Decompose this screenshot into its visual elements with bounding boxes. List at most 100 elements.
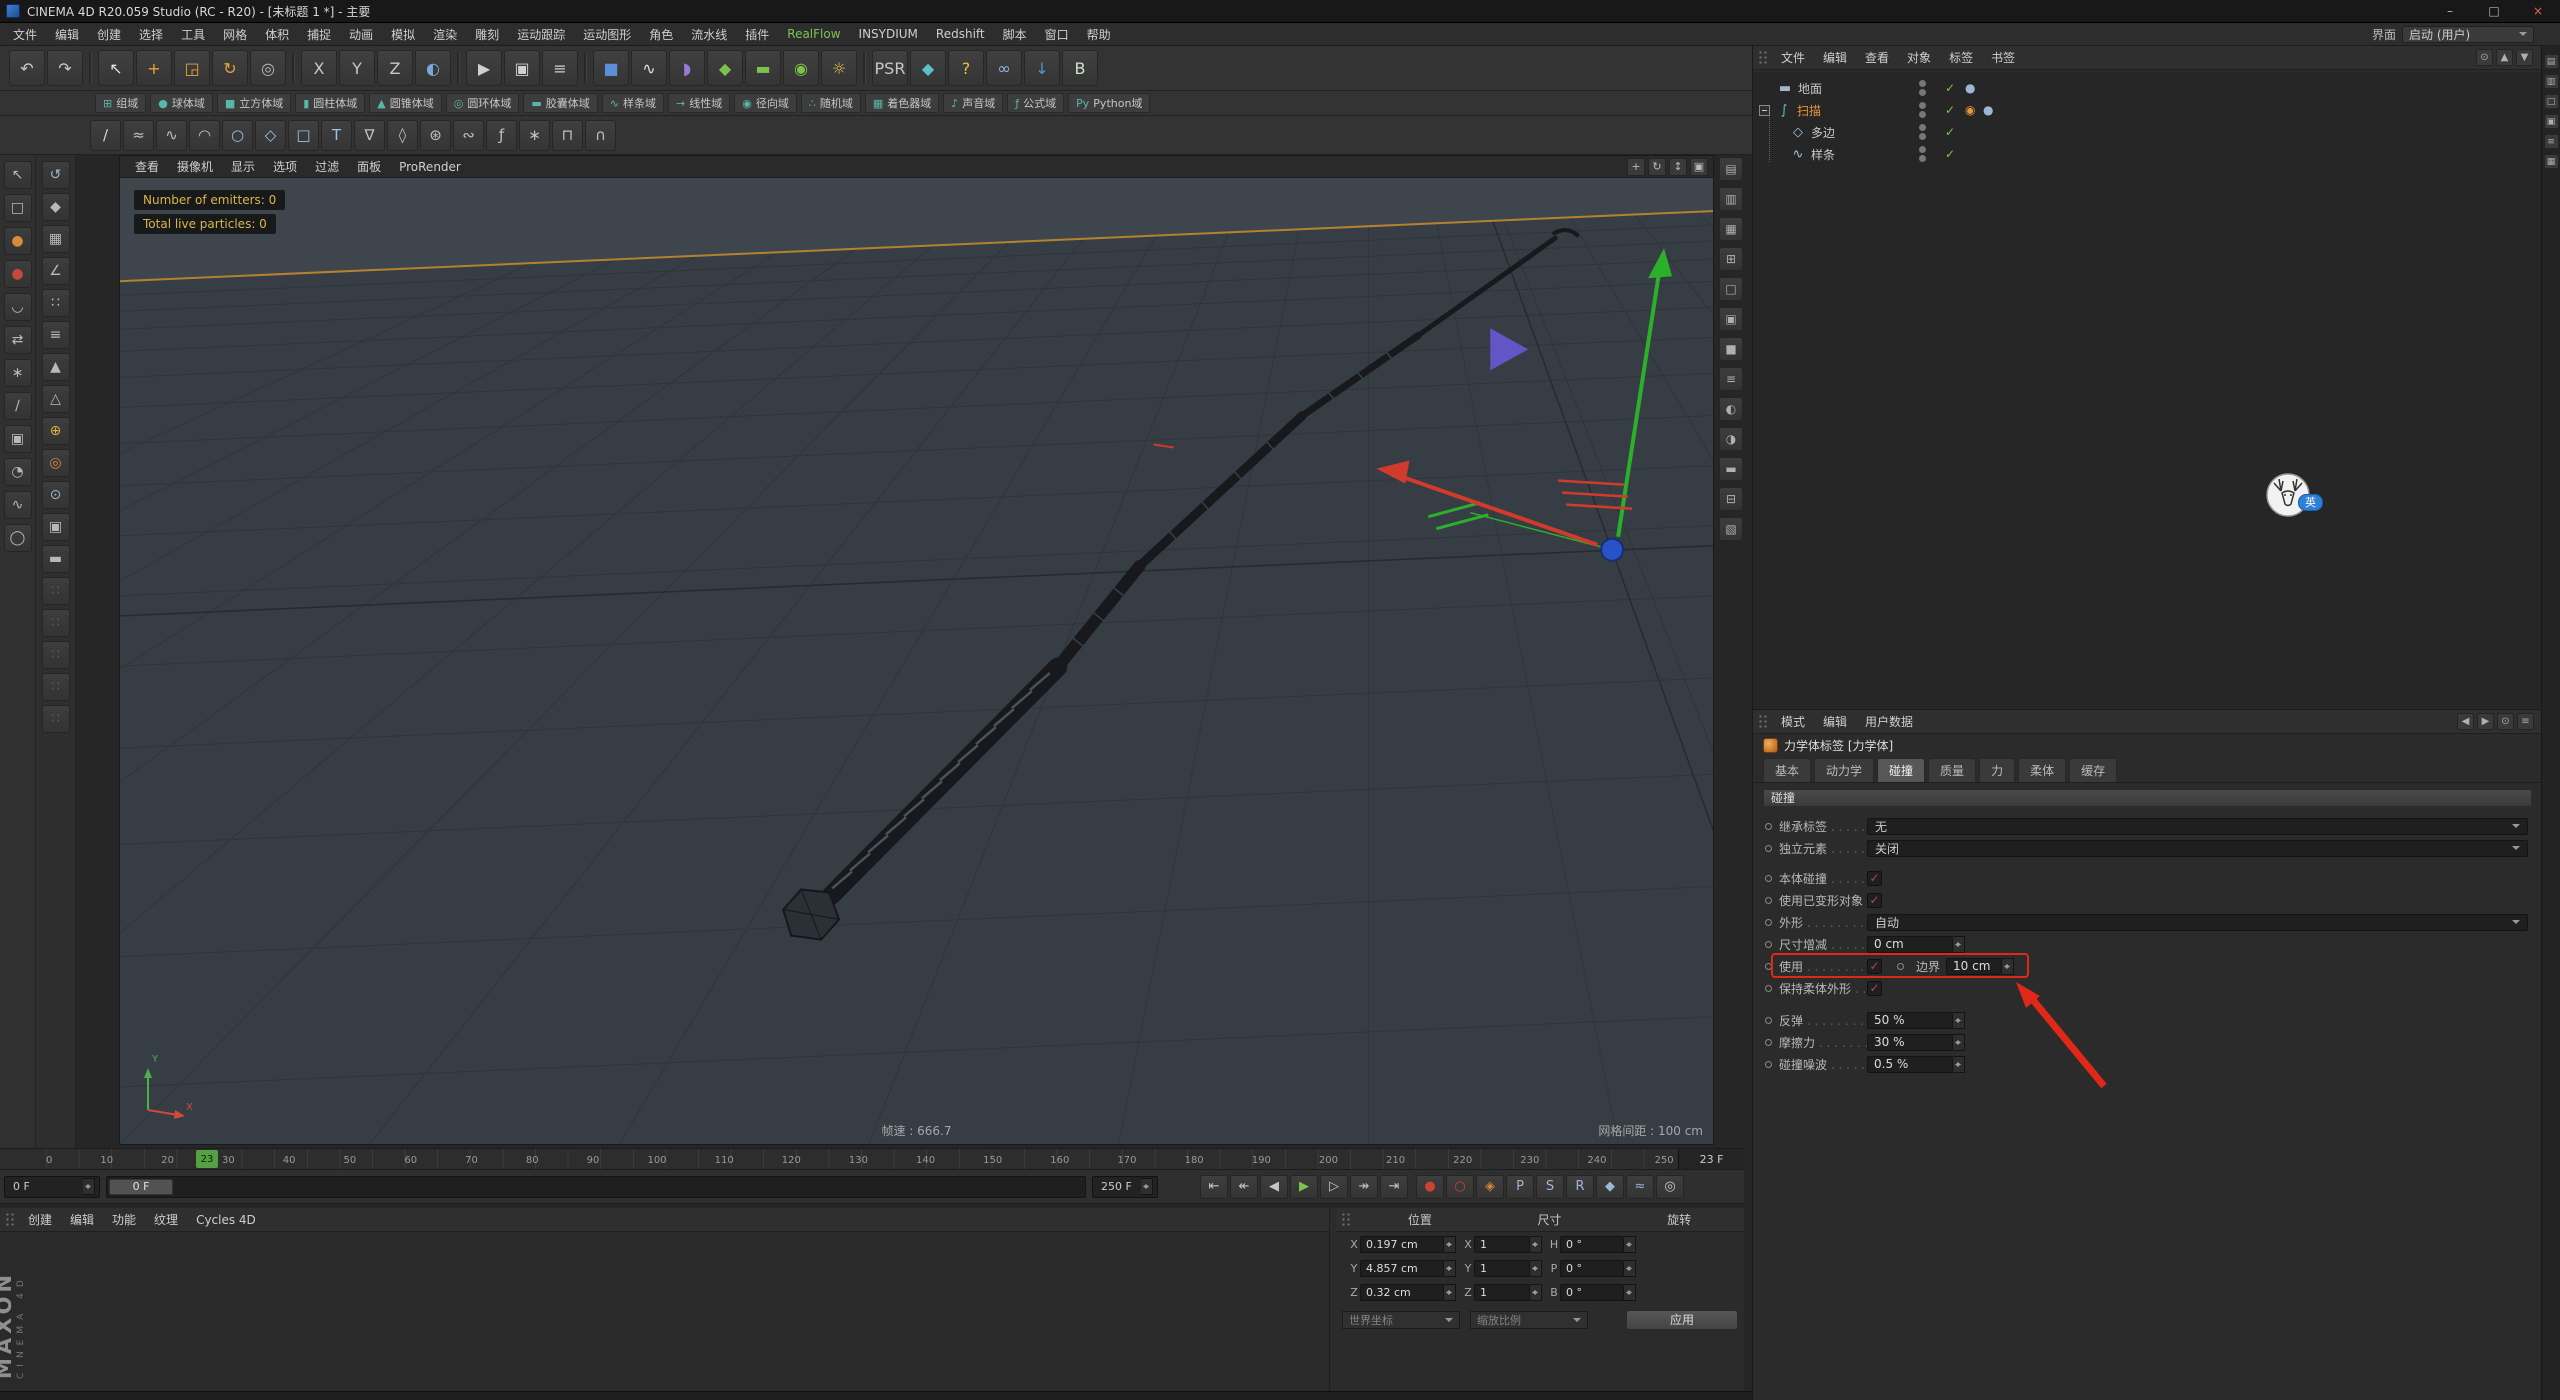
workplane-mode-icon[interactable]: ∠ xyxy=(41,257,70,285)
attribute-menu-item[interactable]: 用户数据 xyxy=(1856,713,1922,730)
spline-arc-icon[interactable]: ◠ xyxy=(189,119,220,151)
material-menu-item[interactable]: 功能 xyxy=(103,1211,145,1228)
viewport-canvas[interactable]: Number of emitters: 0 Total live particl… xyxy=(120,178,1713,1144)
object-name[interactable]: 样条 xyxy=(1811,146,1835,163)
coordinate-system-icon[interactable]: ◐ xyxy=(415,50,451,86)
render-settings-icon[interactable]: ≡ xyxy=(542,50,578,86)
formula-field-button[interactable]: ƒ 公式域 xyxy=(1007,93,1065,113)
anim-dot-icon[interactable] xyxy=(1765,984,1772,992)
view-pan-icon[interactable]: + xyxy=(1627,157,1645,176)
cube-field-button[interactable]: ■ 立方体域 xyxy=(216,93,292,113)
stepper-icon[interactable] xyxy=(83,1178,95,1195)
anim-dot-icon[interactable] xyxy=(1765,1060,1772,1068)
menu-item[interactable]: 帮助 xyxy=(1078,26,1120,43)
rectangle-spline-icon[interactable]: □ xyxy=(288,119,319,151)
attribute-tab[interactable]: 缓存 xyxy=(2069,758,2118,782)
magnet-tool-icon[interactable]: ◡ xyxy=(3,293,32,321)
pen-tool-icon[interactable]: ∕ xyxy=(90,119,121,151)
shape-dropdown[interactable]: 自动 xyxy=(1867,913,2528,931)
material-menu-item[interactable]: 编辑 xyxy=(61,1211,103,1228)
sound-field-button[interactable]: ♪ 声音域 xyxy=(943,93,1004,113)
phong-tag-icon[interactable]: ● xyxy=(1983,103,1993,117)
stepper-icon[interactable] xyxy=(1953,935,1965,953)
individual-elements-dropdown[interactable]: 关闭 xyxy=(1867,839,2528,857)
layout-tab-icon[interactable]: ≡ xyxy=(2543,134,2559,149)
menu-item[interactable]: 捕捉 xyxy=(298,26,340,43)
stepper-icon[interactable] xyxy=(1953,1055,1965,1073)
visibility-toggles[interactable] xyxy=(1919,102,1926,118)
bridge-download-icon[interactable]: ↓ xyxy=(1024,50,1060,86)
dock-icon[interactable]: ▣ xyxy=(1719,307,1743,331)
material-menu-item[interactable]: Cycles 4D xyxy=(187,1213,265,1227)
menu-item[interactable]: 文件 xyxy=(4,26,46,43)
position-field[interactable]: 0.197 cm xyxy=(1360,1235,1444,1253)
floor-icon[interactable]: ▬ xyxy=(745,50,781,86)
am-menu-icon[interactable]: ≡ xyxy=(2517,713,2534,730)
panel-grip-icon[interactable] xyxy=(1758,50,1767,65)
grip-icon[interactable]: ∷ xyxy=(41,705,70,733)
render-view-icon[interactable]: ▶ xyxy=(466,50,502,86)
lock-z-axis-icon[interactable]: Z xyxy=(377,50,413,86)
am-lock-icon[interactable]: ⊙ xyxy=(2497,713,2514,730)
material-menu-item[interactable]: 创建 xyxy=(19,1211,61,1228)
lock-x-axis-icon[interactable]: X xyxy=(301,50,337,86)
menu-item[interactable]: 运动图形 xyxy=(574,26,640,43)
menu-item[interactable]: 编辑 xyxy=(46,26,88,43)
autokey-button[interactable]: ○ xyxy=(1446,1174,1474,1199)
vectorizer-icon[interactable]: ∇ xyxy=(354,119,385,151)
anim-dot-icon[interactable] xyxy=(1765,844,1772,852)
mask-tool-icon[interactable]: ◔ xyxy=(3,458,32,486)
knife-tool-icon[interactable]: ∕ xyxy=(3,392,32,420)
panel-grip-icon[interactable] xyxy=(1758,714,1767,729)
grip-icon[interactable]: ∷ xyxy=(41,577,70,605)
menu-item[interactable]: 插件 xyxy=(736,26,778,43)
prev-frame-button[interactable]: ◀ xyxy=(1260,1174,1288,1199)
toolbar-icon[interactable] xyxy=(863,53,866,83)
om-prev-icon[interactable]: ▲ xyxy=(2496,49,2513,66)
object-manager-menu-item[interactable]: 标签 xyxy=(1940,49,1982,66)
layout-tab-icon[interactable]: ▥ xyxy=(2543,74,2559,89)
stamp-tool-icon[interactable]: ▣ xyxy=(3,425,32,453)
plugin-b-icon[interactable]: B xyxy=(1062,50,1098,86)
dock-icon[interactable]: ⊞ xyxy=(1719,247,1743,271)
close-button[interactable]: × xyxy=(2516,0,2560,22)
layout-tab-icon[interactable]: ▦ xyxy=(2543,154,2559,169)
circle-spline-icon[interactable]: ○ xyxy=(222,119,253,151)
menu-item[interactable]: 流水线 xyxy=(682,26,736,43)
timeline-slider[interactable]: 0 F xyxy=(106,1175,1086,1198)
live-selection-icon[interactable]: ↖ xyxy=(98,50,134,86)
help-icon[interactable]: ? xyxy=(948,50,984,86)
goto-end-button[interactable]: ⇥ xyxy=(1380,1174,1408,1199)
anim-dot-icon[interactable] xyxy=(1765,874,1772,882)
menu-item[interactable]: 工具 xyxy=(172,26,214,43)
stepper-icon[interactable] xyxy=(2002,957,2015,975)
subdivision-surface-icon[interactable]: ◆ xyxy=(707,50,743,86)
radial-field-button[interactable]: ◉ 径向域 xyxy=(734,93,797,113)
dock-icon[interactable]: ≡ xyxy=(1719,367,1743,391)
maximize-button[interactable]: □ xyxy=(2472,0,2516,22)
dock-icon[interactable]: ▦ xyxy=(1719,217,1743,241)
axis-center-icon[interactable]: ◆ xyxy=(910,50,946,86)
position-key-toggle[interactable]: P xyxy=(1506,1174,1534,1199)
viewport-menu-item[interactable]: 摄像机 xyxy=(168,158,222,175)
size-field[interactable]: 1 xyxy=(1474,1259,1530,1277)
lock-y-axis-icon[interactable]: Y xyxy=(339,50,375,86)
spline-pen-icon[interactable]: ∿ xyxy=(631,50,667,86)
material-area[interactable] xyxy=(0,1232,1329,1391)
deformer-icon[interactable]: ◗ xyxy=(669,50,705,86)
am-forward-icon[interactable]: ▶ xyxy=(2477,713,2494,730)
inflate-tool-icon[interactable]: ◯ xyxy=(3,524,32,552)
rotate-tool-icon[interactable]: ↻ xyxy=(212,50,248,86)
quantize-icon[interactable]: ▣ xyxy=(41,513,70,541)
goto-prev-key-button[interactable]: ↞ xyxy=(1230,1174,1258,1199)
smooth-tool-icon[interactable]: ∿ xyxy=(3,491,32,519)
spline-field-button[interactable]: ∿ 样条域 xyxy=(601,93,664,113)
attribute-tab[interactable]: 柔体 xyxy=(2018,758,2067,782)
scale-key-toggle[interactable]: S xyxy=(1536,1174,1564,1199)
visibility-toggles[interactable] xyxy=(1919,124,1926,140)
size-mode-dropdown[interactable]: 缩放比例 xyxy=(1470,1311,1588,1329)
stepper-icon[interactable] xyxy=(1624,1259,1636,1277)
grip-icon[interactable]: ∷ xyxy=(41,673,70,701)
friction-field[interactable]: 30 % xyxy=(1867,1033,1953,1051)
solo-button[interactable]: ◎ xyxy=(1656,1174,1684,1199)
